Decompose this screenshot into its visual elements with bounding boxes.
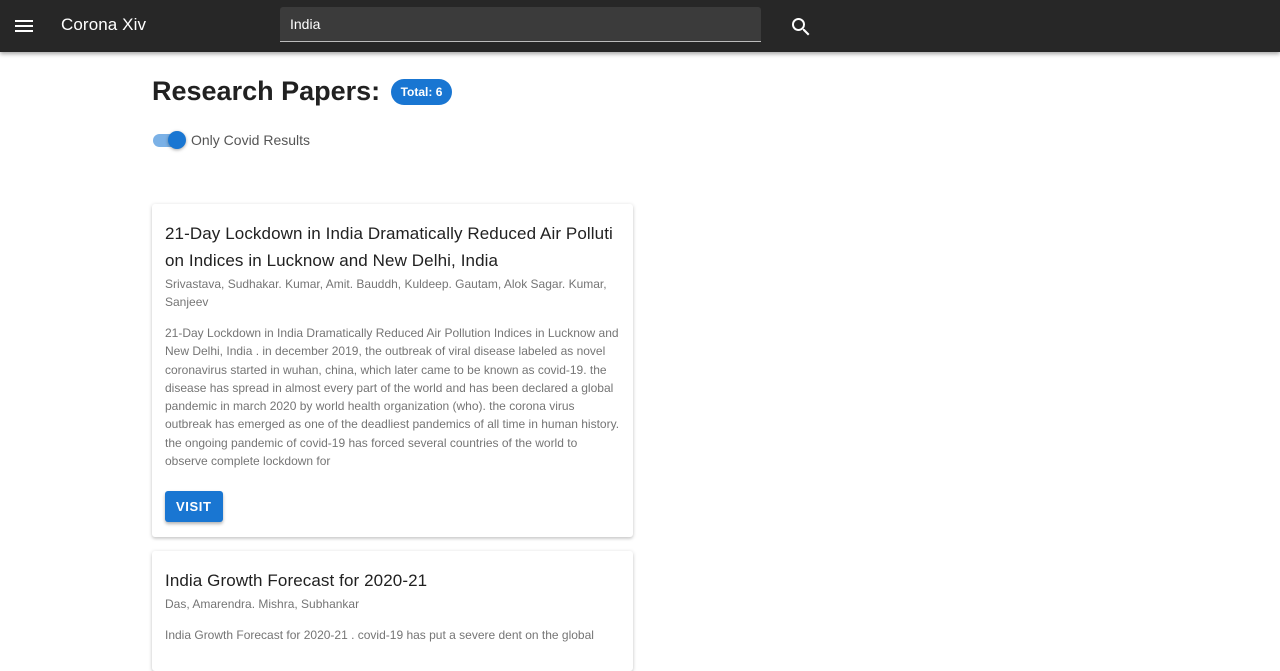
- toggle-thumb[interactable]: [168, 131, 186, 149]
- paper-authors: Das, Amarendra. Mishra, Subhankar: [165, 597, 360, 611]
- paper-card: 21-Day Lockdown in India Dramatically Re…: [152, 204, 633, 537]
- paper-card: India Growth Forecast for 2020-21 Das, A…: [152, 551, 633, 671]
- paper-title: 21-Day Lockdown in India Dramatically Re…: [165, 224, 613, 270]
- app-bar: Corona Xiv: [0, 0, 1280, 52]
- paper-authors: Srivastava, Sudhakar. Kumar, Amit. Baudd…: [165, 277, 607, 309]
- menu-icon[interactable]: [12, 14, 36, 38]
- visit-button[interactable]: VISIT: [165, 491, 223, 523]
- toggle-label: Only Covid Results: [191, 132, 311, 148]
- search-icon[interactable]: [789, 15, 813, 39]
- app-title: Corona Xiv: [61, 15, 147, 34]
- search-input[interactable]: [280, 7, 761, 41]
- paper-title: India Growth Forecast for 2020-21: [165, 571, 428, 590]
- paper-abstract: 21-Day Lockdown in India Dramatically Re…: [165, 326, 620, 469]
- search-field[interactable]: [280, 7, 761, 42]
- total-count-badge: Total: 6: [390, 78, 453, 105]
- page-title: Research Papers:: [152, 76, 381, 106]
- paper-abstract: India Growth Forecast for 2020-21 . covi…: [165, 628, 594, 642]
- page-heading: Research Papers: Total: 6: [152, 76, 453, 110]
